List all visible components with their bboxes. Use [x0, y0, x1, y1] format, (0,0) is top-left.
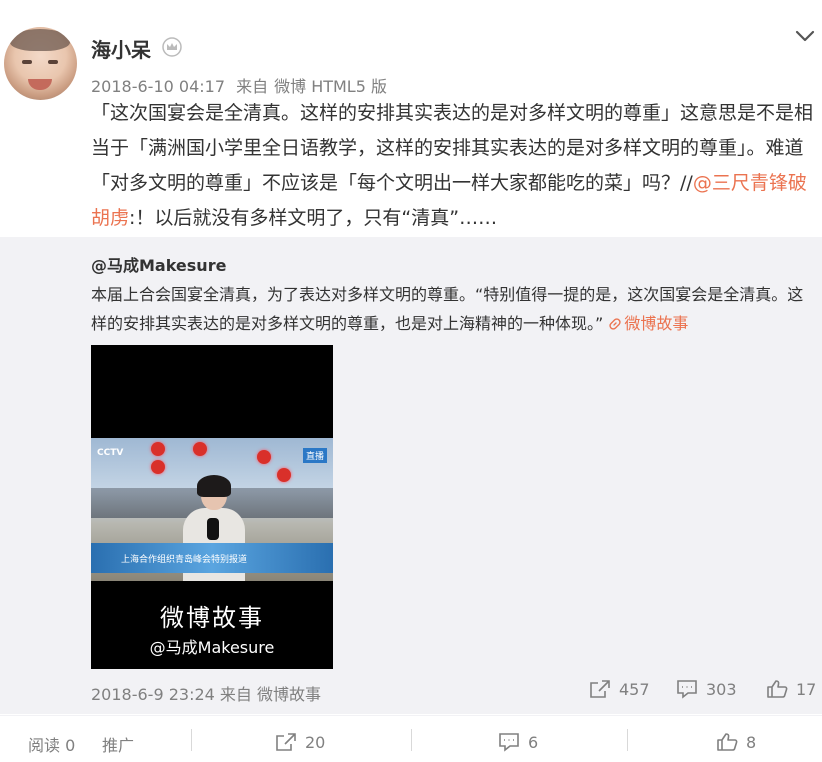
avatar-eye-right	[48, 60, 58, 64]
crown-icon	[162, 37, 182, 57]
lantern	[277, 468, 291, 482]
repost-icon	[276, 733, 296, 751]
username[interactable]: 海小呆	[91, 34, 151, 63]
microphone	[207, 518, 219, 540]
repost-source[interactable]: 微博故事	[257, 685, 321, 704]
repost-repost-button[interactable]: 457	[589, 679, 650, 699]
post-text: 「这次国宴会是全清真。这样的安排其实表达的是对多样文明的尊重」这意思是不是相当于…	[91, 96, 813, 236]
avatar-hair	[10, 29, 70, 51]
like-count: 8	[746, 733, 757, 752]
comment-icon	[677, 680, 697, 699]
repost-comment-count: 303	[706, 680, 737, 699]
post-source[interactable]: 微博 HTML5 版	[274, 77, 387, 96]
lantern	[257, 450, 271, 464]
repost-source-prefix: 来自	[219, 685, 252, 704]
repost-text: 本届上合会国宴全清真，为了表达对多样文明的尊重。“特别值得一提的是，这次国宴会是…	[91, 280, 816, 338]
avatar[interactable]	[4, 27, 77, 100]
repost-button[interactable]: 20	[275, 732, 325, 752]
video-thumbnail[interactable]: CCTV 直播 上海合作组织青岛峰会特别报道 微博故事 @马成Makesure	[91, 345, 333, 669]
reads-count: 阅读 0	[28, 736, 76, 755]
story-link[interactable]: 微博故事	[608, 314, 688, 333]
repost-card: @马成Makesure 本届上合会国宴全清真，为了表达对多样文明的尊重。“特别值…	[0, 237, 822, 714]
story-author: @马成Makesure	[149, 638, 275, 657]
lantern	[193, 442, 207, 456]
repost-count: 20	[305, 733, 326, 752]
lantern	[151, 442, 165, 456]
comment-icon	[499, 733, 519, 752]
divider	[411, 729, 412, 751]
action-bar: 阅读 0 推广 20 6 8	[0, 715, 822, 762]
repost-like-count: 17	[796, 680, 817, 699]
comment-button[interactable]: 6	[498, 732, 538, 752]
repost-author[interactable]: @马成Makesure	[91, 252, 226, 276]
divider	[191, 729, 192, 751]
story-link-label: 微博故事	[624, 314, 689, 333]
reporter-hair	[197, 475, 231, 497]
like-icon	[717, 733, 738, 751]
repost-time[interactable]: 2018-6-9 23:24	[91, 685, 215, 704]
chevron-down-icon[interactable]	[793, 26, 817, 46]
like-button[interactable]: 8	[716, 732, 756, 752]
divider	[627, 729, 628, 751]
post-text-tail: :！以后就没有多样文明了，只有“清真”……	[129, 207, 498, 229]
repost-repost-count: 457	[619, 680, 650, 699]
story-watermark: 微博故事	[160, 604, 264, 632]
repost-text-body: 本届上合会国宴全清真，为了表达对多样文明的尊重。“特别值得一提的是，这次国宴会是…	[91, 285, 804, 333]
post-source-prefix: 来自	[236, 77, 269, 96]
channel-logo: CCTV	[97, 448, 124, 458]
avatar-mouth	[28, 79, 52, 90]
promote-button[interactable]: 推广	[102, 732, 134, 756]
link-icon	[609, 318, 621, 330]
live-badge: 直播	[302, 448, 327, 463]
repost-comment-button[interactable]: 303	[676, 679, 737, 699]
like-icon	[767, 680, 788, 698]
avatar-eye-left	[22, 60, 32, 64]
news-banner-text: 上海合作组织青岛峰会特别报道	[121, 555, 248, 565]
post-meta: 2018-6-10 04:17 来自 微博 HTML5 版	[91, 73, 393, 97]
post-time[interactable]: 2018-6-10 04:17	[91, 77, 225, 96]
lantern	[151, 460, 165, 474]
repost-meta: 2018-6-9 23:24 来自 微博故事	[91, 681, 321, 705]
repost-icon	[590, 680, 610, 698]
comment-count: 6	[528, 733, 539, 752]
repost-like-button[interactable]: 17	[766, 679, 816, 699]
